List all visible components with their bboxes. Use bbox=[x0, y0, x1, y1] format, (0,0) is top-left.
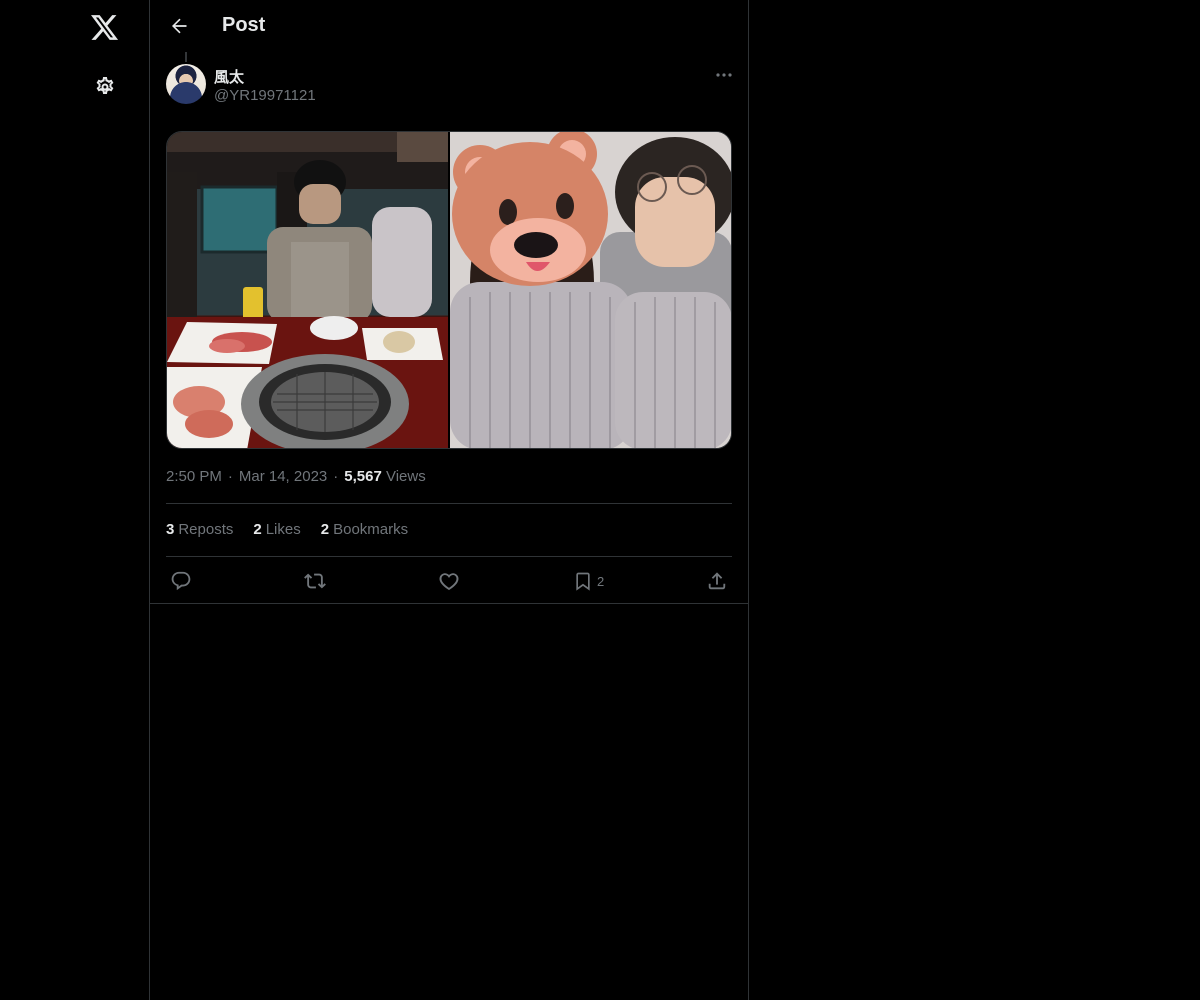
reposts-count: 3 bbox=[166, 521, 175, 538]
repost-button[interactable] bbox=[303, 568, 327, 594]
views-label: Views bbox=[385, 468, 426, 485]
likes-label: Likes bbox=[265, 521, 301, 538]
share-button[interactable] bbox=[706, 568, 728, 594]
engagement-stats: 3 Reposts 2 Likes 2 Bookmarks bbox=[166, 521, 408, 538]
avatar[interactable] bbox=[166, 64, 206, 104]
photo-2-illustration bbox=[450, 132, 731, 448]
media-grid bbox=[166, 131, 732, 449]
share-icon bbox=[708, 572, 726, 590]
reposts-label: Reposts bbox=[178, 521, 234, 538]
likes-count: 2 bbox=[253, 521, 262, 538]
reposts-stat[interactable]: 3 Reposts bbox=[166, 521, 233, 538]
action-bar: 2 bbox=[166, 568, 732, 594]
photo-1-illustration bbox=[167, 132, 448, 448]
post-date[interactable]: Mar 14, 2023 bbox=[239, 468, 327, 485]
author-name[interactable]: 風太 bbox=[214, 66, 244, 87]
back-button[interactable] bbox=[162, 9, 196, 43]
meta-separator: · bbox=[333, 468, 339, 485]
post-photo-1[interactable] bbox=[167, 132, 448, 448]
views-count: 5,567 bbox=[344, 468, 382, 485]
meta-separator: · bbox=[227, 468, 233, 485]
bookmark-count: 2 bbox=[597, 573, 605, 589]
arrow-left-icon bbox=[172, 18, 187, 34]
post-bottom-border bbox=[150, 603, 748, 604]
bookmarks-stat[interactable]: 2 Bookmarks bbox=[321, 521, 408, 538]
bookmark-button[interactable]: 2 bbox=[573, 568, 604, 594]
like-button[interactable] bbox=[438, 568, 460, 594]
more-options-button[interactable] bbox=[710, 64, 738, 86]
bookmarks-label: Bookmarks bbox=[333, 521, 409, 538]
more-horizontal-icon bbox=[716, 73, 732, 77]
likes-stat[interactable]: 2 Likes bbox=[253, 521, 300, 538]
repost-icon bbox=[304, 573, 326, 589]
heart-icon bbox=[439, 573, 459, 591]
divider bbox=[166, 503, 732, 504]
views-stat[interactable]: 5,567 Views bbox=[344, 468, 425, 485]
bookmark-icon bbox=[576, 572, 590, 591]
reply-icon bbox=[171, 571, 191, 591]
gear-icon bbox=[96, 77, 114, 94]
settings-button[interactable] bbox=[83, 65, 127, 109]
post-photo-2[interactable] bbox=[450, 132, 731, 448]
post-detail-column: Post 風太 @YR19971121 2:50 PM · Mar 14, 20… bbox=[149, 0, 749, 1000]
x-logo-glyph bbox=[91, 15, 119, 40]
bookmarks-count: 2 bbox=[320, 521, 330, 538]
author-handle[interactable]: @YR19971121 bbox=[214, 87, 316, 104]
divider bbox=[166, 556, 732, 557]
reply-button[interactable] bbox=[170, 568, 192, 594]
page-title: Post bbox=[222, 14, 266, 36]
x-logo-icon[interactable] bbox=[83, 6, 127, 50]
top-bar: Post bbox=[150, 0, 748, 53]
post-meta-line: 2:50 PM · Mar 14, 2023 · 5,567 Views bbox=[166, 468, 426, 485]
post-time[interactable]: 2:50 PM bbox=[166, 468, 222, 485]
thread-connector-line bbox=[185, 52, 187, 62]
left-nav-rail bbox=[0, 0, 149, 1000]
